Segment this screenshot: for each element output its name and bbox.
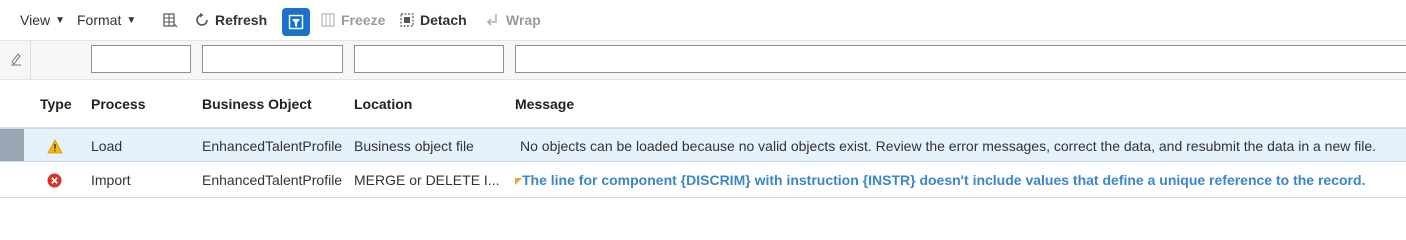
toolbar: View ▼ Format ▼ Refresh Freeze Detach Wr… (0, 0, 1406, 40)
caret-down-icon: ▼ (55, 14, 65, 26)
column-header-row: Type Process Business Object Location Me… (0, 80, 1406, 128)
message-filter-input[interactable] (515, 45, 1406, 73)
process-column-header[interactable]: Process (91, 80, 145, 127)
error-icon (47, 163, 62, 197)
message-column-header[interactable]: Message (515, 80, 574, 127)
business-object-cell: EnhancedTalentProfile (202, 138, 343, 154)
freeze-icon (320, 12, 336, 28)
wrap-button[interactable]: Wrap (485, 0, 541, 40)
type-column-header[interactable]: Type (40, 80, 72, 127)
business-object-filter-input[interactable] (202, 45, 343, 73)
columns-icon (162, 12, 178, 28)
location-filter-input[interactable] (354, 45, 504, 73)
refresh-label: Refresh (215, 12, 268, 28)
business-object-column-header[interactable]: Business Object (202, 80, 312, 127)
message-cell[interactable]: The line for component {DISCRIM} with in… (515, 163, 1400, 197)
format-menu-label: Format (77, 12, 122, 28)
message-cell: No objects can be loaded because no vali… (520, 138, 1377, 154)
freeze-label: Freeze (341, 12, 386, 28)
table-bottom-border (0, 197, 1406, 198)
detach-label: Detach (420, 12, 467, 28)
message-link[interactable]: The line for component {DISCRIM} with in… (522, 172, 1365, 188)
clear-filter-icon[interactable] (10, 52, 22, 69)
detach-icon (399, 12, 415, 28)
business-object-cell: EnhancedTalentProfile (202, 172, 343, 188)
location-cell-text: MERGE or DELETE I... (354, 172, 500, 188)
row-header-cell (0, 41, 31, 79)
columns-button[interactable] (162, 0, 183, 40)
filter-row (0, 40, 1406, 80)
location-cell: Business object file (354, 138, 474, 154)
wrap-icon (485, 12, 501, 28)
table-row[interactable]: Load EnhancedTalentProfile Business obje… (0, 128, 1406, 162)
filter-icon (288, 14, 304, 30)
row-selection-indicator (0, 129, 24, 161)
query-by-example-button[interactable] (282, 8, 310, 36)
table-row[interactable]: Import EnhancedTalentProfile MERGE or DE… (0, 163, 1406, 197)
location-column-header[interactable]: Location (354, 80, 412, 127)
format-menu[interactable]: Format ▼ (77, 0, 136, 40)
detach-button[interactable]: Detach (399, 0, 467, 40)
refresh-button[interactable]: Refresh (194, 0, 267, 40)
wrap-label: Wrap (506, 12, 541, 28)
caret-down-icon: ▼ (126, 14, 137, 26)
refresh-icon (194, 12, 210, 28)
process-cell: Import (91, 172, 131, 188)
cell-note-marker-icon (515, 172, 522, 188)
view-menu-label: View (20, 12, 51, 28)
warning-icon (47, 129, 63, 163)
process-filter-input[interactable] (91, 45, 191, 73)
view-menu[interactable]: View ▼ (20, 0, 65, 40)
location-cell: MERGE or DELETE I... (354, 163, 504, 197)
freeze-button[interactable]: Freeze (320, 0, 385, 40)
process-cell: Load (91, 138, 123, 154)
